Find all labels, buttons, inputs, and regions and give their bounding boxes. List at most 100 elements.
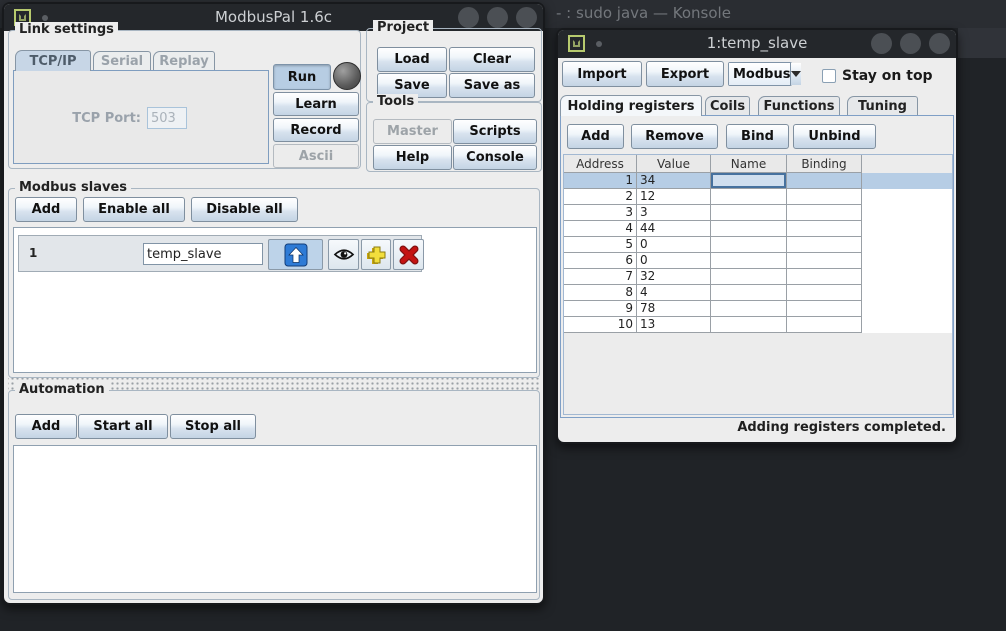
register-cell-address[interactable]: 7	[564, 269, 637, 285]
register-cell-value[interactable]: 3	[637, 205, 711, 221]
register-row[interactable]: 50	[564, 237, 952, 253]
register-cell-address[interactable]: 5	[564, 237, 637, 253]
duplicate-slave-button[interactable]	[361, 239, 391, 270]
stay-on-top-label[interactable]: Stay on top	[842, 68, 933, 84]
registers-scrollpane[interactable]: Address Value Name Binding 1342123344450…	[563, 154, 953, 415]
register-row[interactable]: 978	[564, 301, 952, 317]
register-cell-value[interactable]: 34	[637, 173, 711, 189]
column-header-name[interactable]: Name	[711, 155, 787, 173]
register-cell-value[interactable]: 4	[637, 285, 711, 301]
register-cell-binding[interactable]	[787, 173, 862, 189]
implementation-combobox[interactable]: Modbus	[728, 62, 792, 86]
learn-button[interactable]: Learn	[273, 92, 359, 116]
register-cell-binding[interactable]	[787, 285, 862, 301]
help-button[interactable]: Help	[373, 145, 452, 170]
maximize-button[interactable]	[900, 33, 921, 54]
register-cell-name[interactable]	[711, 189, 787, 205]
tab-tuning[interactable]: Tuning	[847, 96, 918, 116]
register-cell-name[interactable]	[711, 221, 787, 237]
scripts-button[interactable]: Scripts	[453, 119, 537, 144]
register-row[interactable]: 212	[564, 189, 952, 205]
register-cell-address[interactable]: 3	[564, 205, 637, 221]
unbind-button[interactable]: Unbind	[793, 124, 876, 149]
add-slave-button[interactable]: Add	[15, 197, 77, 222]
slave-enabled-toggle-button[interactable]	[268, 239, 323, 270]
delete-slave-button[interactable]	[393, 239, 424, 270]
slave-name-field[interactable]	[143, 243, 263, 265]
column-header-binding[interactable]: Binding	[787, 155, 862, 173]
record-button[interactable]: Record	[273, 118, 359, 142]
register-cell-binding[interactable]	[787, 301, 862, 317]
register-cell-value[interactable]: 0	[637, 237, 711, 253]
console-button[interactable]: Console	[453, 145, 537, 170]
start-all-button[interactable]: Start all	[78, 414, 168, 439]
load-button[interactable]: Load	[377, 47, 447, 72]
register-cell-value[interactable]: 13	[637, 317, 711, 333]
add-register-button[interactable]: Add	[567, 124, 624, 149]
close-button[interactable]	[516, 7, 537, 28]
register-row[interactable]: 444	[564, 221, 952, 237]
register-cell-binding[interactable]	[787, 253, 862, 269]
tab-holding-registers[interactable]: Holding registers	[560, 95, 702, 116]
tab-coils[interactable]: Coils	[705, 96, 750, 116]
register-cell-name[interactable]	[711, 301, 787, 317]
chevron-down-icon[interactable]	[790, 63, 801, 85]
register-cell-address[interactable]: 2	[564, 189, 637, 205]
register-cell-name[interactable]	[711, 237, 787, 253]
run-button[interactable]: Run	[273, 64, 331, 90]
register-cell-address[interactable]: 9	[564, 301, 637, 317]
enable-all-button[interactable]: Enable all	[83, 197, 185, 222]
tab-functions[interactable]: Functions	[758, 96, 840, 116]
register-row[interactable]: 732	[564, 269, 952, 285]
stop-all-button[interactable]: Stop all	[170, 414, 256, 439]
bind-button[interactable]: Bind	[726, 124, 789, 149]
register-cell-binding[interactable]	[787, 317, 862, 333]
register-cell-address[interactable]: 1	[564, 173, 637, 189]
register-cell-value[interactable]: 12	[637, 189, 711, 205]
tcp-port-field[interactable]	[147, 107, 187, 129]
tab-replay[interactable]: Replay	[153, 51, 215, 71]
save-as-button[interactable]: Save as	[449, 73, 535, 98]
clear-button[interactable]: Clear	[449, 47, 535, 72]
register-cell-name[interactable]	[711, 173, 787, 189]
tab-tcpip[interactable]: TCP/IP	[15, 50, 91, 71]
register-row[interactable]: 84	[564, 285, 952, 301]
remove-register-button[interactable]: Remove	[631, 124, 718, 149]
register-cell-binding[interactable]	[787, 221, 862, 237]
register-cell-value[interactable]: 32	[637, 269, 711, 285]
register-row[interactable]: 134	[564, 173, 952, 189]
register-cell-name[interactable]	[711, 253, 787, 269]
export-button[interactable]: Export	[646, 61, 724, 87]
minimize-button[interactable]	[458, 7, 479, 28]
register-cell-name[interactable]	[711, 269, 787, 285]
register-cell-address[interactable]: 6	[564, 253, 637, 269]
column-header-address[interactable]: Address	[564, 155, 637, 173]
show-slave-panel-button[interactable]	[328, 239, 359, 270]
add-automation-button[interactable]: Add	[15, 414, 77, 439]
column-header-value[interactable]: Value	[637, 155, 711, 173]
tab-serial[interactable]: Serial	[93, 51, 151, 71]
register-cell-address[interactable]: 8	[564, 285, 637, 301]
register-cell-value[interactable]: 0	[637, 253, 711, 269]
register-cell-name[interactable]	[711, 285, 787, 301]
register-cell-value[interactable]: 78	[637, 301, 711, 317]
close-button[interactable]	[929, 33, 950, 54]
import-button[interactable]: Import	[562, 61, 642, 87]
register-row[interactable]: 1013	[564, 317, 952, 333]
register-cell-binding[interactable]	[787, 205, 862, 221]
maximize-button[interactable]	[487, 7, 508, 28]
register-cell-address[interactable]: 10	[564, 317, 637, 333]
register-cell-name[interactable]	[711, 317, 787, 333]
register-cell-value[interactable]: 44	[637, 221, 711, 237]
register-cell-binding[interactable]	[787, 189, 862, 205]
register-cell-address[interactable]: 4	[564, 221, 637, 237]
register-cell-name[interactable]	[711, 205, 787, 221]
register-row[interactable]: 33	[564, 205, 952, 221]
minimize-button[interactable]	[871, 33, 892, 54]
register-row[interactable]: 60	[564, 253, 952, 269]
slave-titlebar[interactable]: 1:temp_slave	[558, 30, 956, 58]
stay-on-top-checkbox[interactable]	[822, 69, 836, 83]
register-cell-binding[interactable]	[787, 269, 862, 285]
disable-all-button[interactable]: Disable all	[191, 197, 298, 222]
register-cell-binding[interactable]	[787, 237, 862, 253]
